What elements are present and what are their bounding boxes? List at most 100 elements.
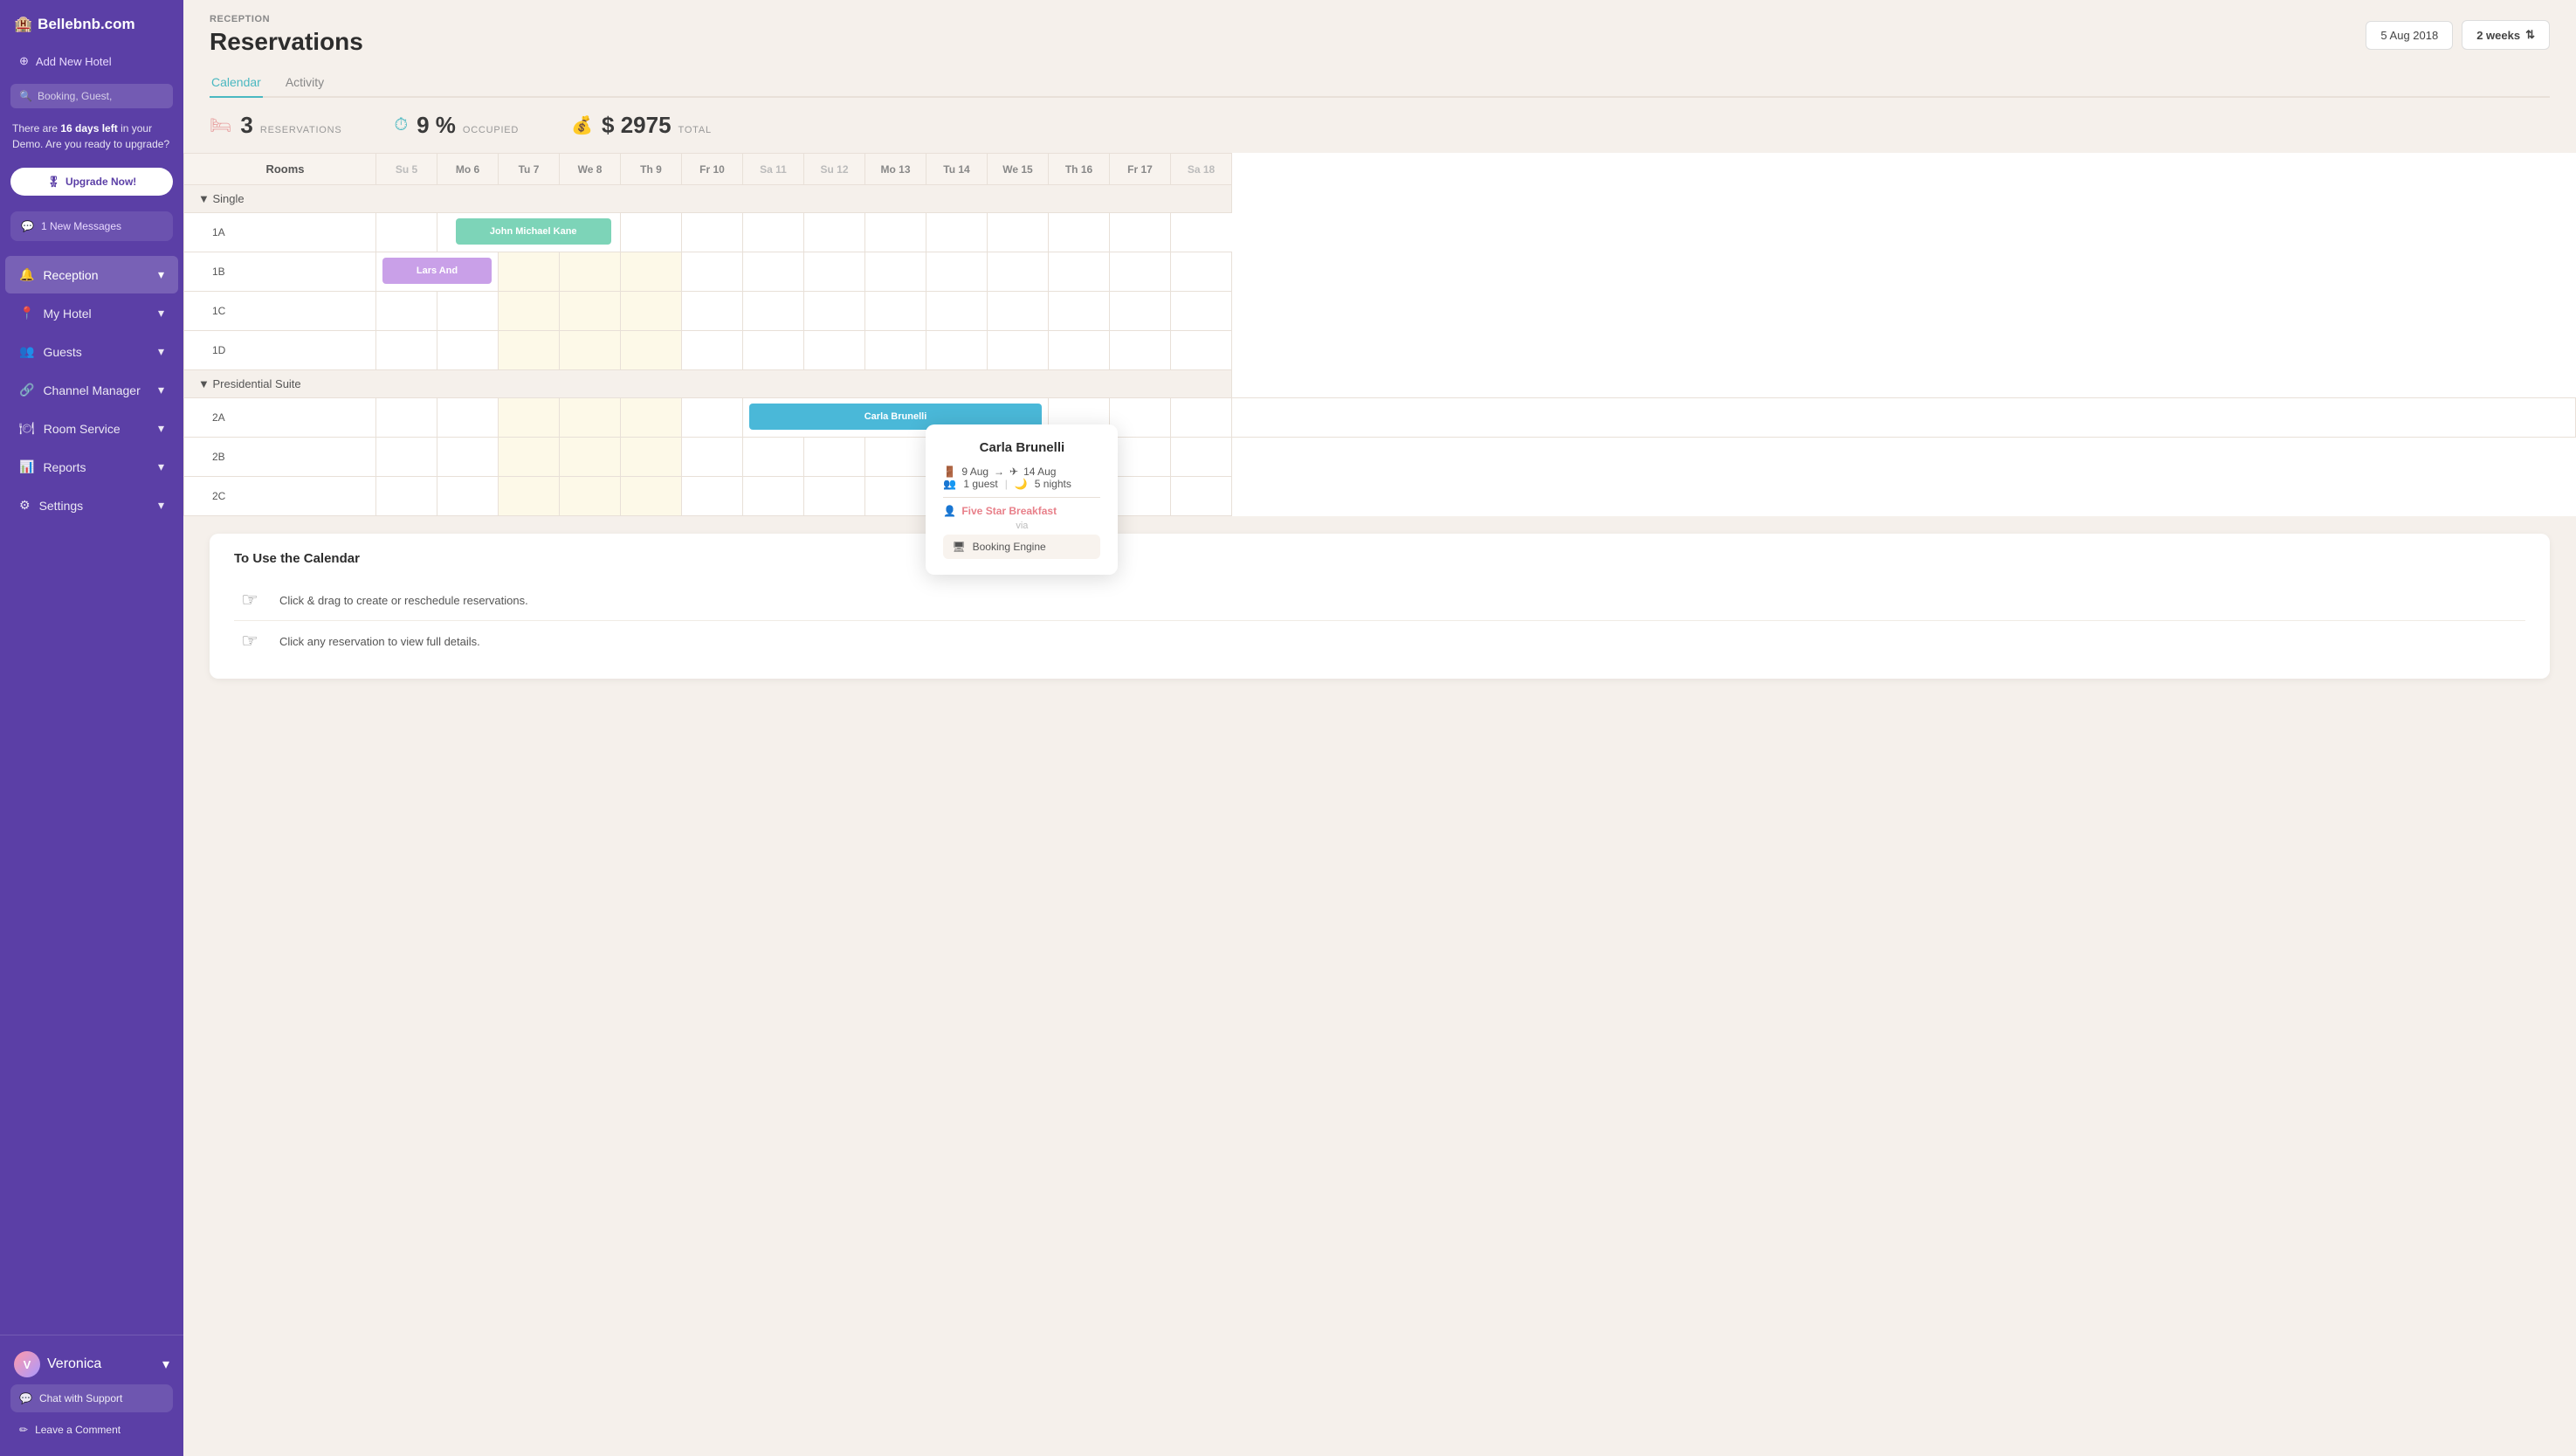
cell-1b-th16[interactable] — [1049, 252, 1110, 292]
cell-2c-fr17[interactable] — [1110, 477, 1171, 516]
cell-1c-tu7[interactable] — [499, 292, 560, 331]
cell-1b-we8[interactable] — [560, 252, 621, 292]
cell-1c-mo6[interactable] — [437, 292, 499, 331]
leave-comment-button[interactable]: ✏ Leave a Comment — [10, 1416, 173, 1444]
cell-1a-su12[interactable] — [743, 213, 804, 252]
cell-2c-sa18[interactable] — [1171, 477, 1232, 516]
cell-1a-fr17[interactable] — [1049, 213, 1110, 252]
cell-1d-mo13[interactable] — [865, 331, 926, 370]
sidebar-item-my-hotel[interactable]: 📍 My Hotel ▾ — [5, 294, 178, 332]
sidebar-item-reports[interactable]: 📊 Reports ▾ — [5, 448, 178, 486]
upgrade-button[interactable]: 🎖 Upgrade Now! — [10, 168, 173, 196]
cell-1d-we8[interactable] — [560, 331, 621, 370]
cell-2c-th9[interactable] — [621, 477, 682, 516]
cell-2b-mo6[interactable] — [437, 438, 499, 477]
cell-2c-fr10[interactable] — [682, 477, 743, 516]
cell-1c-th9[interactable] — [621, 292, 682, 331]
cell-1c-fr10[interactable] — [682, 292, 743, 331]
cell-1a-fr10[interactable] — [621, 213, 682, 252]
cell-1b-sa18[interactable] — [1171, 252, 1232, 292]
cell-2a-th9[interactable] — [621, 398, 682, 438]
user-menu[interactable]: V Veronica ▾ — [10, 1344, 173, 1384]
cell-1c-tu14[interactable] — [926, 292, 988, 331]
sidebar-item-channel-manager[interactable]: 🔗 Channel Manager ▾ — [5, 371, 178, 409]
messages-button[interactable]: 💬 1 New Messages — [10, 211, 173, 241]
sidebar-item-room-service[interactable]: 🍽 Room Service ▾ — [5, 410, 178, 447]
sidebar-item-guests[interactable]: 👥 Guests ▾ — [5, 333, 178, 370]
cell-2b-sa11[interactable] — [743, 438, 804, 477]
cell-1a-th16[interactable] — [988, 213, 1049, 252]
cell-1d-th16[interactable] — [1049, 331, 1110, 370]
cell-1d-we15[interactable] — [988, 331, 1049, 370]
cell-2a-su5[interactable] — [376, 398, 437, 438]
cell-1b-sa11[interactable] — [743, 252, 804, 292]
cell-2b-su5[interactable] — [376, 438, 437, 477]
date-picker-button[interactable]: 5 Aug 2018 — [2366, 21, 2453, 50]
cell-1b-fr17[interactable] — [1110, 252, 1171, 292]
cell-1d-tu7[interactable] — [499, 331, 560, 370]
cell-2c-mo13[interactable] — [865, 477, 926, 516]
cell-1b-fr10[interactable] — [682, 252, 743, 292]
cell-2c-mo6[interactable] — [437, 477, 499, 516]
cell-1b-tu7[interactable] — [499, 252, 560, 292]
sidebar-item-reception[interactable]: 🔔 Reception ▾ — [5, 256, 178, 293]
cell-1c-th16[interactable] — [1049, 292, 1110, 331]
cell-1d-sa11[interactable] — [743, 331, 804, 370]
cell-2a-sa11[interactable]: Carla Brunelli Carla Brunelli 🚪 9 Aug → … — [743, 398, 1049, 438]
cell-1c-fr17[interactable] — [1110, 292, 1171, 331]
add-hotel-button[interactable]: ⊕ Add New Hotel — [10, 47, 173, 75]
cell-1c-sa11[interactable] — [743, 292, 804, 331]
cell-2a-mo6[interactable] — [437, 398, 499, 438]
cell-2b-mo13[interactable] — [865, 438, 926, 477]
cell-2b-su12[interactable] — [804, 438, 865, 477]
cell-1b-th9[interactable] — [621, 252, 682, 292]
cell-1b-su5[interactable]: Lars And — [376, 252, 499, 292]
cell-2b-we8[interactable] — [560, 438, 621, 477]
cell-1b-tu14[interactable] — [926, 252, 988, 292]
cell-1b-mo13[interactable] — [865, 252, 926, 292]
weeks-selector[interactable]: 2 weeks ⇅ — [2462, 20, 2550, 50]
cell-1a-tu14[interactable] — [865, 213, 926, 252]
cell-1c-mo13[interactable] — [865, 292, 926, 331]
cell-2c-tu7[interactable] — [499, 477, 560, 516]
tab-activity[interactable]: Activity — [284, 68, 326, 98]
cell-2c-su12[interactable] — [804, 477, 865, 516]
cell-1d-mo6[interactable] — [437, 331, 499, 370]
cell-1d-sa18[interactable] — [1171, 331, 1232, 370]
cell-1d-th9[interactable] — [621, 331, 682, 370]
cell-1d-fr17[interactable] — [1110, 331, 1171, 370]
cell-1c-we8[interactable] — [560, 292, 621, 331]
cell-1d-su5[interactable] — [376, 331, 437, 370]
cell-2b-sa18[interactable] — [1171, 438, 1232, 477]
cell-1a-sa18[interactable] — [1110, 213, 1171, 252]
cell-2a-we8[interactable] — [560, 398, 621, 438]
cell-1d-fr10[interactable] — [682, 331, 743, 370]
cell-1d-su12[interactable] — [804, 331, 865, 370]
cell-2c-we8[interactable] — [560, 477, 621, 516]
cell-2b-th9[interactable] — [621, 438, 682, 477]
cell-2a-tu7[interactable] — [499, 398, 560, 438]
cell-2b-fr10[interactable] — [682, 438, 743, 477]
cell-1c-sa18[interactable] — [1171, 292, 1232, 331]
cell-1c-su5[interactable] — [376, 292, 437, 331]
reservation-john-kane[interactable]: John Michael Kane — [456, 218, 611, 245]
cell-2a-sa18[interactable] — [1232, 398, 2576, 438]
cell-2b-tu7[interactable] — [499, 438, 560, 477]
cell-2a-fr17[interactable] — [1171, 398, 1232, 438]
cell-1a-mo13[interactable] — [804, 213, 865, 252]
cell-2c-sa11[interactable] — [743, 477, 804, 516]
cell-1a-sa11[interactable] — [682, 213, 743, 252]
cell-1a-we15[interactable] — [926, 213, 988, 252]
cell-2a-fr10[interactable] — [682, 398, 743, 438]
cell-2c-su5[interactable] — [376, 477, 437, 516]
cell-1b-we15[interactable] — [988, 252, 1049, 292]
search-input[interactable]: 🔍 Booking, Guest, — [10, 84, 173, 108]
cell-2b-fr17[interactable] — [1110, 438, 1171, 477]
sidebar-item-settings[interactable]: ⚙ Settings ▾ — [5, 486, 178, 524]
chat-support-button[interactable]: 💬 Chat with Support — [10, 1384, 173, 1412]
cell-1d-tu14[interactable] — [926, 331, 988, 370]
cell-1a-su5[interactable] — [376, 213, 437, 252]
cell-2a-th16[interactable] — [1110, 398, 1171, 438]
reservation-lars[interactable]: Lars And — [382, 258, 492, 284]
cell-1a-mo6[interactable]: John Michael Kane — [437, 213, 621, 252]
